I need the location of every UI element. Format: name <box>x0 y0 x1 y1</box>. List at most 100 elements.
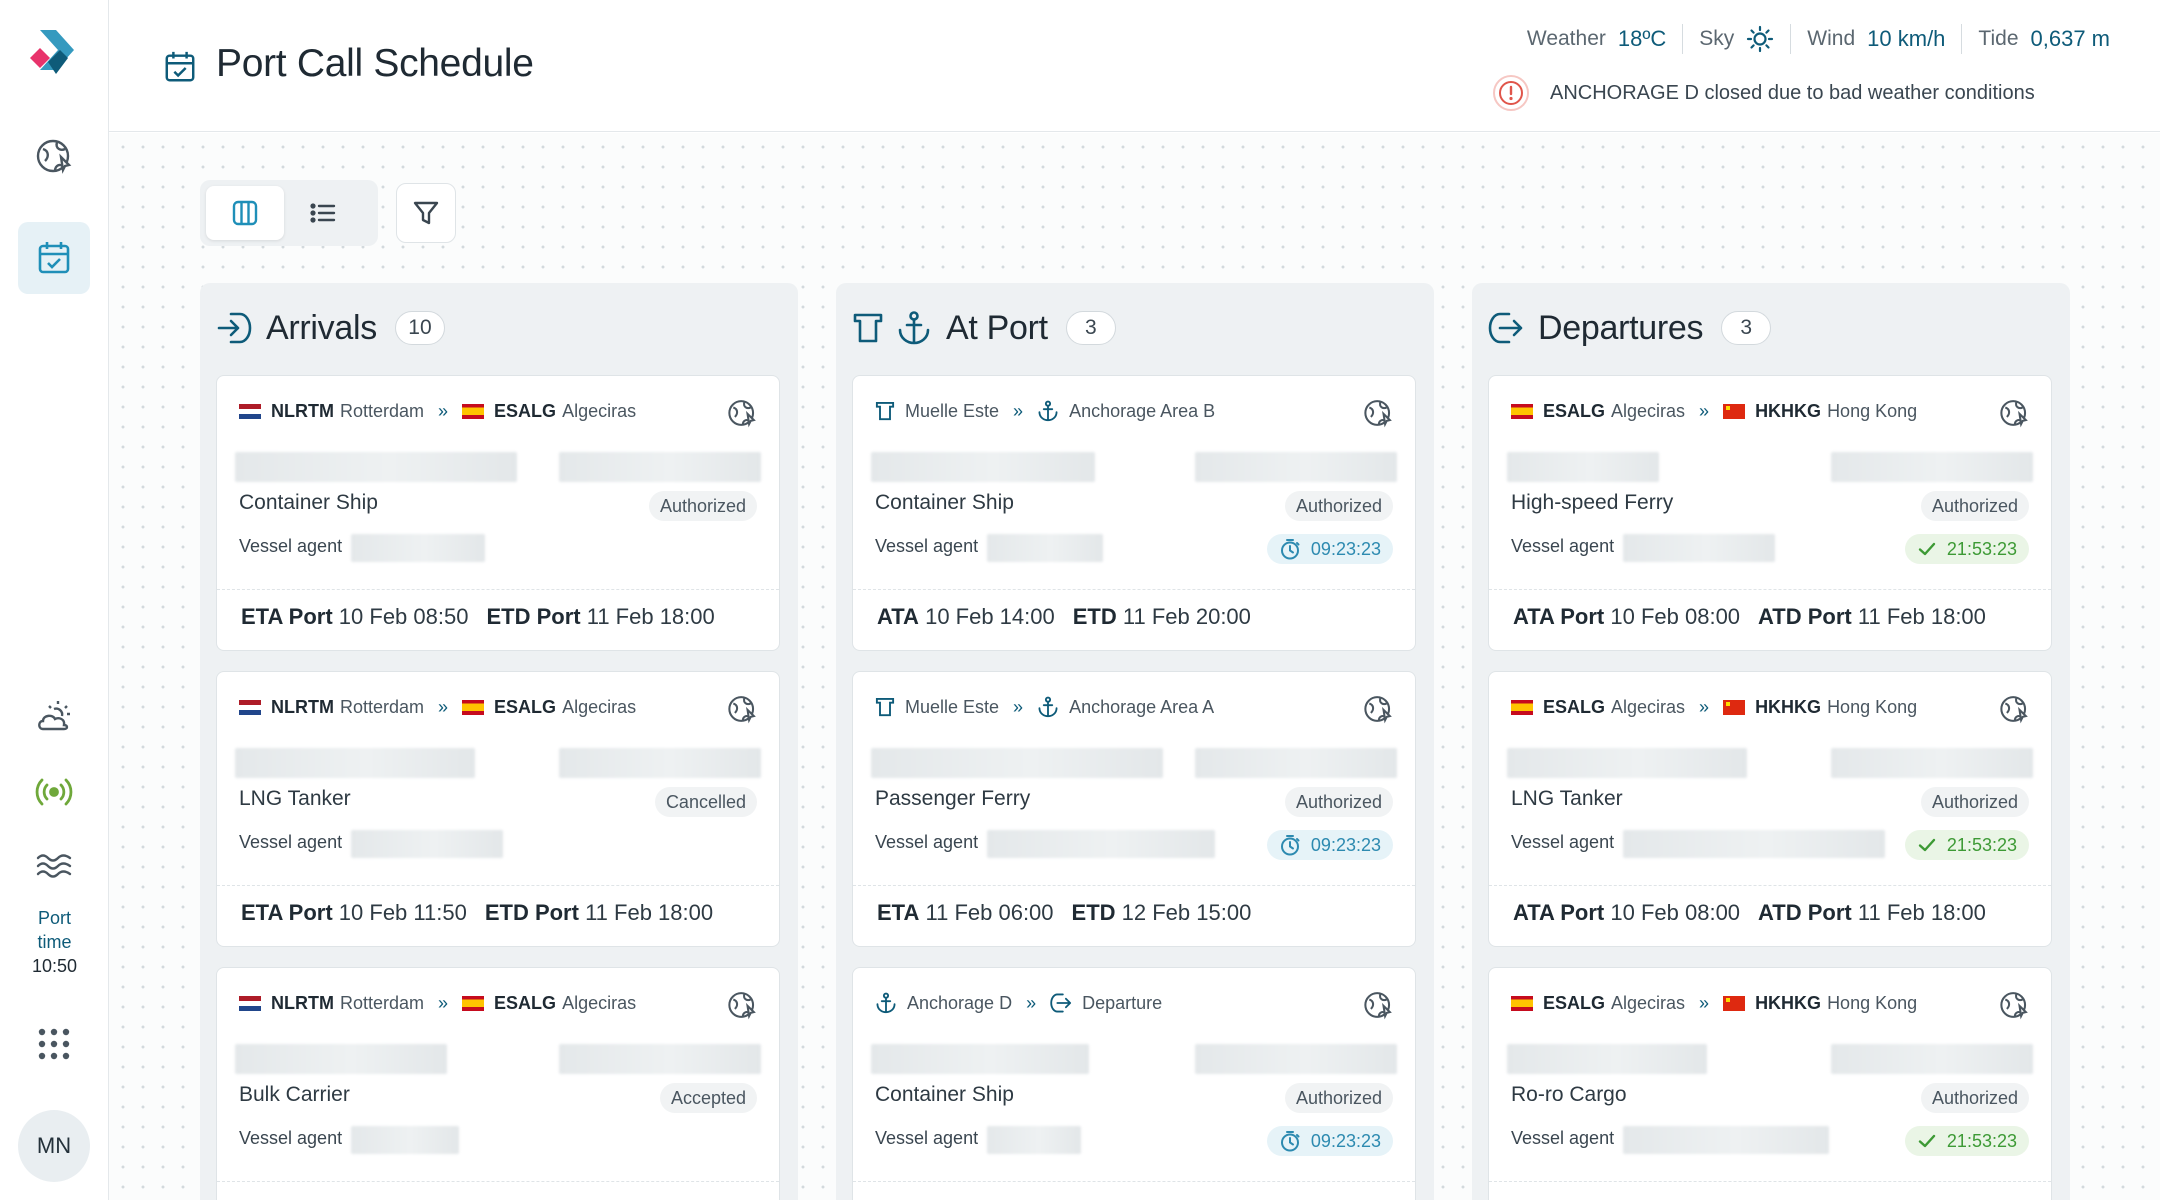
globe-pin-icon[interactable] <box>1363 990 1393 1020</box>
call-times: ETA Port 10 Feb 08:50 ETD Port 11 Feb 18:… <box>241 604 715 630</box>
vessel-name-redacted <box>235 1044 447 1074</box>
vessel-agent-redacted <box>987 1126 1081 1154</box>
board-view-button[interactable] <box>206 186 284 240</box>
departure-timer: 21:53:23 <box>1904 830 2029 860</box>
weather-tide: Tide 0,637 m <box>1978 26 2110 52</box>
vessel-type: Bulk Carrier <box>239 1083 350 1106</box>
nav-schedule-button[interactable] <box>18 222 90 294</box>
eta-label: ETA Port <box>241 604 333 629</box>
apps-menu-button[interactable] <box>18 1008 90 1080</box>
vessel-card[interactable]: NLRTM Rotterdam » ESALG Algeciras Bulk C… <box>216 967 780 1200</box>
departure-arrow-icon <box>1488 312 1523 344</box>
origin-code: NLRTM <box>271 992 334 1013</box>
header: Port Call Schedule Weather 18ºC Sky Wind… <box>109 0 2160 132</box>
nav-signal-button[interactable] <box>18 756 90 828</box>
atd-label: ATD Port <box>1758 604 1852 629</box>
vessel-agent-label: Vessel agent <box>1511 1128 1615 1148</box>
timer-value: 09:23:23 <box>1310 538 1381 559</box>
weather-bar: Weather 18ºC Sky Wind 10 km/h Tide 0,637… <box>1527 24 2110 54</box>
vessel-card[interactable]: Muelle Este » Anchorage Area A Passenger… <box>852 671 1416 947</box>
vessel-agent-label: Vessel agent <box>1511 536 1615 556</box>
route: ESALG Algeciras » HKHKG Hong Kong <box>1511 396 1917 426</box>
sidebar: Port time 10:50 MN <box>0 0 109 1200</box>
vessel-card[interactable]: NLRTM Rotterdam » ESALG Algeciras Contai… <box>216 375 780 651</box>
globe-pin-icon[interactable] <box>727 694 757 724</box>
route: ESALG Algeciras » HKHKG Hong Kong <box>1511 692 1917 722</box>
destination-name: Algeciras <box>562 992 637 1013</box>
status-badge: Authorized <box>1920 1083 2029 1113</box>
user-avatar[interactable]: MN <box>18 1110 90 1182</box>
sun-icon <box>1747 25 1774 53</box>
vessel-agent-label: Vessel agent <box>239 536 343 556</box>
flag-es-icon <box>1511 699 1533 715</box>
origin-name: Muelle Este <box>905 400 1000 421</box>
origin-code: ESALG <box>1543 400 1606 421</box>
double-chevron-icon: » <box>1026 992 1037 1013</box>
weather-alert[interactable]: ANCHORAGE D closed due to bad weather co… <box>1492 74 2035 112</box>
globe-pin-icon[interactable] <box>1999 694 2029 724</box>
destination-name: Hong Kong <box>1827 400 1918 421</box>
vessel-card[interactable]: Muelle Este » Anchorage Area B Container… <box>852 375 1416 651</box>
status-badge: Authorized <box>1920 491 2029 521</box>
status-badge: Authorized <box>1284 787 1393 817</box>
vessel-id-redacted <box>559 452 761 482</box>
route: NLRTM Rotterdam » ESALG Algeciras <box>239 396 636 426</box>
globe-pin-icon[interactable] <box>1363 398 1393 428</box>
flag-cn-icon <box>1723 699 1746 715</box>
globe-pin-icon[interactable] <box>727 990 757 1020</box>
double-chevron-icon: » <box>1013 400 1024 421</box>
dwell-timer: 09:23:23 <box>1266 830 1393 860</box>
cloud-sun-icon <box>38 701 70 731</box>
origin-name: Rotterdam <box>339 400 425 421</box>
vessel-card[interactable]: Anchorage D » Departure Container Ship A… <box>852 967 1416 1200</box>
list-view-button[interactable] <box>284 186 362 240</box>
flag-es-icon <box>462 403 485 419</box>
globe-pin-icon[interactable] <box>1999 398 2029 428</box>
nav-weather-button[interactable] <box>18 682 90 754</box>
vessel-id-redacted <box>1195 1044 1397 1074</box>
destination-name: Algeciras <box>562 696 637 717</box>
vessel-agent-redacted <box>1623 830 1885 858</box>
nav-tide-button[interactable] <box>18 830 90 902</box>
origin-name: Rotterdam <box>339 992 425 1013</box>
ata-label: ATA Port <box>1513 604 1605 629</box>
vessel-card[interactable]: ESALG Algeciras » HKHKG Hong Kong High-s… <box>1488 375 2052 651</box>
eta-value: 10 Feb 11:50 <box>338 900 467 925</box>
vessel-card[interactable]: NLRTM Rotterdam » ESALG Algeciras LNG Ta… <box>216 671 780 947</box>
globe-pin-icon[interactable] <box>1363 694 1393 724</box>
alert-icon <box>1493 75 1529 111</box>
vessel-name-redacted <box>235 452 517 482</box>
vessel-agent-redacted <box>351 830 503 858</box>
vessel-id-redacted <box>1195 748 1397 778</box>
globe-pin-icon[interactable] <box>1999 990 2029 1020</box>
origin-code: NLRTM <box>271 696 334 717</box>
origin-code: ESALG <box>1543 992 1606 1013</box>
vessel-id-redacted <box>1831 452 2033 482</box>
globe-pin-icon <box>36 139 72 174</box>
vessel-card[interactable]: ESALG Algeciras » HKHKG Hong Kong LNG Ta… <box>1488 671 2052 947</box>
vessel-agent-redacted <box>1623 1126 1829 1154</box>
nav-globe-button[interactable] <box>18 120 90 192</box>
filter-icon <box>413 201 439 225</box>
weather-sky: Sky <box>1699 25 1774 53</box>
call-times: ETA Port 10 Feb 11:50 ETD Port 11 Feb 18:… <box>241 900 713 926</box>
double-chevron-icon: » <box>438 400 449 421</box>
vessel-name-redacted <box>871 748 1163 778</box>
vessel-name-redacted <box>871 1044 1089 1074</box>
atd-label: ATD Port <box>1758 900 1852 925</box>
vessel-agent-redacted <box>987 534 1103 562</box>
origin-code: NLRTM <box>271 400 334 421</box>
app-logo[interactable] <box>28 28 76 82</box>
flag-es-icon <box>462 699 485 715</box>
etd-label: ETD <box>1072 604 1117 629</box>
filter-button[interactable] <box>396 183 456 243</box>
column-title: Departures <box>1538 308 1704 347</box>
tide-label: Tide <box>1978 27 2019 50</box>
vessel-agent-redacted <box>351 1126 459 1154</box>
ata-value: 10 Feb 08:00 <box>1610 604 1741 629</box>
globe-pin-icon[interactable] <box>727 398 757 428</box>
vessel-card[interactable]: ESALG Algeciras » HKHKG Hong Kong Ro-ro … <box>1488 967 2052 1200</box>
double-chevron-icon: » <box>1013 696 1024 717</box>
vessel-name-redacted <box>1507 748 1747 778</box>
destination-code: HKHKG <box>1755 992 1822 1013</box>
